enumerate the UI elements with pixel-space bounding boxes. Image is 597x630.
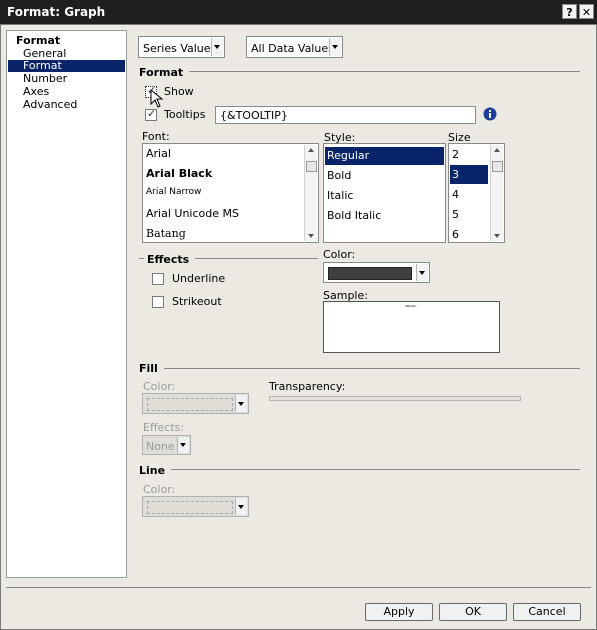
font-label: Font:	[142, 130, 170, 143]
tooltips-input[interactable]: {&TOOLTIP}	[215, 106, 476, 124]
strikeout-checkbox[interactable]	[152, 296, 164, 308]
scope-select-value: All Data Values	[251, 42, 334, 55]
font-list[interactable]: Arial Arial Black Arial Narrow Arial Uni…	[142, 143, 319, 243]
cancel-button[interactable]: Cancel	[513, 603, 581, 621]
size-list-scrollbar[interactable]	[490, 145, 503, 241]
font-option[interactable]: Arial	[146, 147, 171, 160]
font-color-picker[interactable]	[323, 262, 430, 283]
nav-header: Format	[16, 34, 61, 47]
close-button[interactable]: ✕	[579, 4, 594, 19]
fill-title: Fill	[139, 362, 164, 375]
nav-item-advanced[interactable]: Advanced	[23, 99, 77, 111]
transparency-label: Transparency:	[269, 380, 346, 393]
tooltips-input-value: {&TOOLTIP}	[220, 109, 288, 122]
line-divider	[167, 469, 580, 470]
sample-preview: ABCabc	[323, 301, 500, 353]
info-icon[interactable]	[483, 107, 497, 121]
underline-label: Underline	[172, 272, 226, 285]
font-option[interactable]: Arial Unicode MS	[146, 207, 239, 220]
effects-dash	[139, 258, 144, 259]
series-select-value: Series Values	[143, 42, 217, 55]
chevron-down-icon	[211, 38, 223, 56]
size-option[interactable]: 2	[452, 148, 459, 161]
format-divider	[180, 71, 580, 72]
fill-effects-select[interactable]: None	[142, 435, 191, 455]
fill-color-label: Color:	[143, 380, 176, 393]
nav-tree: Format General Format Number Axes Advanc…	[6, 30, 127, 578]
size-list[interactable]: 2 3 4 5 6	[448, 143, 505, 243]
tooltips-checkbox[interactable]	[145, 107, 157, 121]
fill-effects-label: Effects:	[143, 421, 185, 434]
underline-checkbox[interactable]	[152, 273, 164, 285]
font-list-scrollbar[interactable]	[304, 145, 317, 241]
chevron-down-icon	[329, 38, 341, 56]
size-option[interactable]: 4	[452, 188, 459, 201]
series-select[interactable]: Series Values	[138, 36, 225, 58]
format-section-title: Format	[139, 66, 190, 79]
cursor-arrow-icon	[150, 89, 164, 108]
fill-effects-value: None	[146, 440, 175, 453]
font-option[interactable]: Arial Black	[146, 167, 212, 180]
style-option[interactable]: Italic	[327, 189, 353, 202]
scope-select[interactable]: All Data Values	[246, 36, 343, 58]
footer-divider	[6, 587, 591, 588]
chevron-down-icon	[235, 498, 247, 515]
color-swatch	[328, 267, 412, 280]
fill-color-swatch	[147, 398, 233, 411]
style-option[interactable]: Bold Italic	[327, 209, 381, 222]
help-button[interactable]: ?	[562, 4, 577, 19]
transparency-slider[interactable]	[269, 396, 521, 401]
sample-text: ABCabc	[405, 304, 417, 308]
style-option[interactable]: Bold	[327, 169, 351, 182]
font-option[interactable]: Arial Narrow	[146, 187, 201, 197]
effects-color-label: Color:	[323, 248, 356, 261]
title-bar: Format: Graph ? ✕	[0, 0, 597, 24]
font-option[interactable]: Batang	[146, 227, 186, 240]
effects-title: Effects	[147, 253, 196, 266]
size-option[interactable]: 3	[450, 165, 488, 184]
apply-button[interactable]: Apply	[365, 603, 433, 621]
style-option[interactable]: Regular	[325, 147, 444, 165]
line-title: Line	[139, 464, 172, 477]
chevron-down-icon	[416, 264, 428, 281]
window-title: Format: Graph	[7, 5, 106, 19]
line-color-swatch	[147, 501, 233, 514]
nav-item-number[interactable]: Number	[23, 73, 67, 85]
effects-divider	[186, 258, 318, 259]
tooltips-label: Tooltips	[164, 108, 206, 121]
chevron-down-icon	[235, 395, 247, 412]
line-color-picker[interactable]	[142, 496, 249, 517]
line-color-label: Color:	[143, 483, 176, 496]
size-option[interactable]: 5	[452, 208, 459, 221]
style-list[interactable]: Regular Bold Italic Bold Italic	[323, 143, 446, 243]
strikeout-label: Strikeout	[172, 295, 222, 308]
nav-item-axes[interactable]: Axes	[23, 86, 49, 98]
nav-item-format[interactable]: Format	[8, 60, 125, 72]
chevron-down-icon	[177, 437, 189, 453]
fill-divider	[160, 368, 580, 369]
show-label: Show	[164, 85, 194, 98]
size-option[interactable]: 6	[452, 228, 459, 241]
fill-color-picker[interactable]	[142, 393, 249, 414]
ok-button[interactable]: OK	[439, 603, 507, 621]
